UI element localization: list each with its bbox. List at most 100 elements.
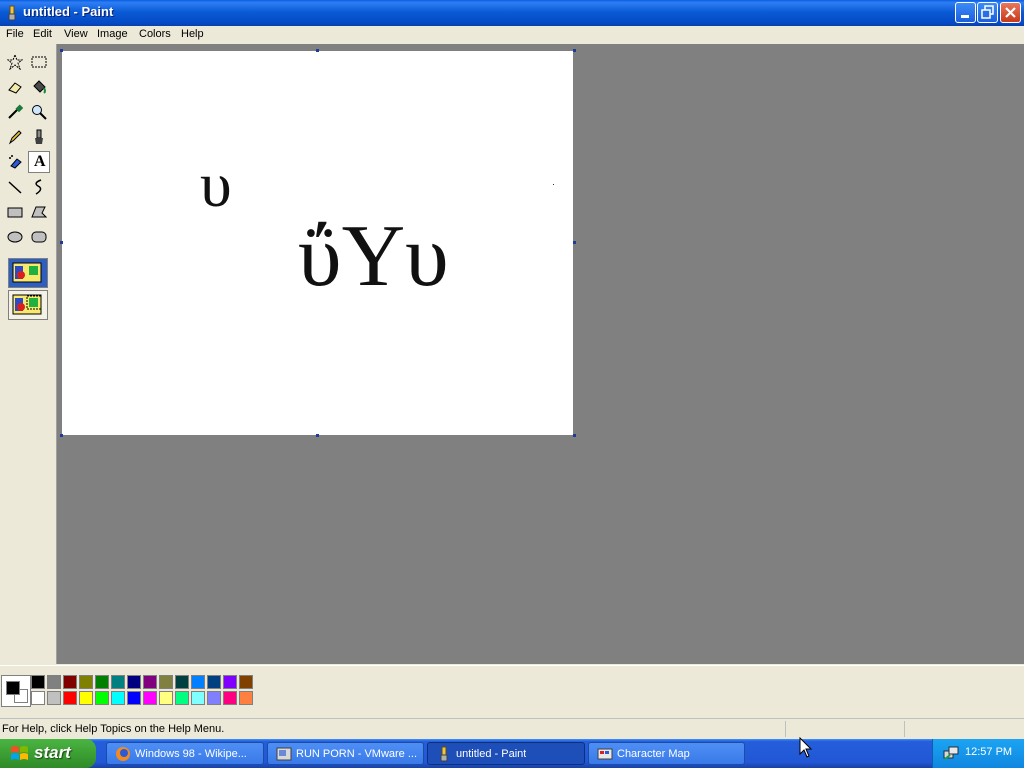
task-label: Windows 98 - Wikipe... (135, 748, 247, 760)
rounded-rectangle-tool[interactable] (28, 226, 50, 248)
fill-tool[interactable] (28, 76, 50, 98)
text-tool[interactable]: A (28, 151, 50, 173)
opaque-selection-icon (12, 262, 42, 283)
color-swatch[interactable] (63, 691, 77, 705)
resize-handle-mr[interactable] (573, 241, 576, 244)
magnifier-tool[interactable] (28, 101, 50, 123)
select-tool[interactable] (28, 51, 50, 73)
resize-handle-bm[interactable] (316, 434, 319, 437)
color-swatch[interactable] (127, 675, 141, 689)
free-form-select-tool[interactable] (4, 51, 26, 73)
task-vmware[interactable]: RUN PORN - VMware ... (267, 742, 424, 765)
color-swatch[interactable] (159, 691, 173, 705)
color-swatch[interactable] (207, 675, 221, 689)
status-panel-size (904, 721, 1023, 737)
transparent-off-option[interactable] (8, 258, 48, 288)
network-icon[interactable] (943, 745, 959, 761)
menu-colors[interactable]: Colors (139, 28, 171, 40)
color-swatch[interactable] (175, 675, 189, 689)
system-tray: 12:57 PM (932, 739, 1024, 768)
transparent-selection-icon (12, 294, 42, 315)
color-swatch[interactable] (111, 675, 125, 689)
task-character-map[interactable]: Character Map (588, 742, 745, 765)
transparent-on-option[interactable] (8, 290, 48, 320)
pencil-tool[interactable] (4, 126, 26, 148)
foreground-color-swatch (6, 681, 20, 695)
canvas-dot (553, 184, 554, 185)
color-swatch[interactable] (175, 691, 189, 705)
airbrush-tool[interactable] (4, 151, 26, 173)
task-windows98-wiki[interactable]: Windows 98 - Wikipe... (106, 742, 264, 765)
start-button[interactable]: start (0, 739, 96, 768)
minimize-button[interactable] (955, 2, 976, 23)
star-select-icon (7, 54, 23, 70)
resize-handle-br[interactable] (573, 434, 576, 437)
color-swatch[interactable] (31, 675, 45, 689)
color-swatch[interactable] (79, 675, 93, 689)
menu-edit[interactable]: Edit (33, 28, 52, 40)
eraser-tool[interactable] (4, 76, 26, 98)
color-swatch[interactable] (159, 675, 173, 689)
paint-app-icon (4, 5, 20, 21)
color-swatch[interactable] (223, 675, 237, 689)
restore-button[interactable] (977, 2, 998, 23)
color-swatch[interactable] (143, 691, 157, 705)
task-paint[interactable]: untitled - Paint (427, 742, 585, 765)
ellipse-icon (7, 231, 23, 243)
tool-box: A (0, 44, 57, 664)
drawing-canvas[interactable]: υ ΰΥυ (62, 51, 573, 435)
color-swatch[interactable] (223, 691, 237, 705)
brush-tool[interactable] (28, 126, 50, 148)
text-icon: A (34, 153, 46, 170)
resize-handle-bl (60, 434, 63, 437)
windows-logo-icon (11, 746, 28, 760)
canvas-workspace: υ ΰΥυ (57, 44, 1024, 664)
vmware-icon (276, 747, 292, 761)
color-swatch[interactable] (111, 691, 125, 705)
resize-handle-tl (60, 49, 63, 52)
current-colors[interactable] (1, 675, 31, 707)
color-swatch[interactable] (143, 675, 157, 689)
rounded-rect-icon (31, 231, 47, 243)
start-label: start (34, 743, 71, 762)
task-label: RUN PORN - VMware ... (296, 748, 418, 760)
menu-file[interactable]: File (6, 28, 24, 40)
color-swatch[interactable] (47, 691, 61, 705)
color-swatch[interactable] (95, 691, 109, 705)
menu-view[interactable]: View (64, 28, 88, 40)
color-swatch[interactable] (79, 691, 93, 705)
color-swatch[interactable] (239, 691, 253, 705)
line-tool[interactable] (4, 176, 26, 198)
status-bar: For Help, click Help Topics on the Help … (0, 718, 1024, 739)
clock[interactable]: 12:57 PM (965, 746, 1012, 758)
menu-help[interactable]: Help (181, 28, 204, 40)
resize-handle-tm (316, 49, 319, 52)
color-swatch[interactable] (47, 675, 61, 689)
color-swatch[interactable] (63, 675, 77, 689)
rectangle-tool[interactable] (4, 201, 26, 223)
color-swatch[interactable] (239, 675, 253, 689)
color-swatch[interactable] (31, 691, 45, 705)
close-icon (1005, 7, 1016, 18)
menu-image[interactable]: Image (97, 28, 128, 40)
canvas-text-small: υ (200, 149, 232, 220)
ellipse-tool[interactable] (4, 226, 26, 248)
color-swatch[interactable] (127, 691, 141, 705)
status-panel-coords (785, 721, 904, 737)
window-title: untitled - Paint (23, 4, 114, 19)
color-swatch[interactable] (191, 691, 205, 705)
close-button[interactable] (1000, 2, 1021, 23)
curve-icon (35, 179, 42, 195)
airbrush-icon (9, 155, 22, 169)
resize-handle-tr (573, 49, 576, 52)
color-swatch[interactable] (207, 691, 221, 705)
canvas-text-large: ΰΥυ (298, 208, 449, 305)
brush-icon (35, 129, 43, 144)
color-swatch[interactable] (95, 675, 109, 689)
mouse-cursor-icon (799, 737, 813, 758)
curve-tool[interactable] (28, 176, 50, 198)
polygon-tool[interactable] (28, 201, 50, 223)
color-swatch[interactable] (191, 675, 205, 689)
pick-color-tool[interactable] (4, 101, 26, 123)
taskbar: start Windows 98 - Wikipe... RUN PORN - … (0, 739, 1024, 768)
